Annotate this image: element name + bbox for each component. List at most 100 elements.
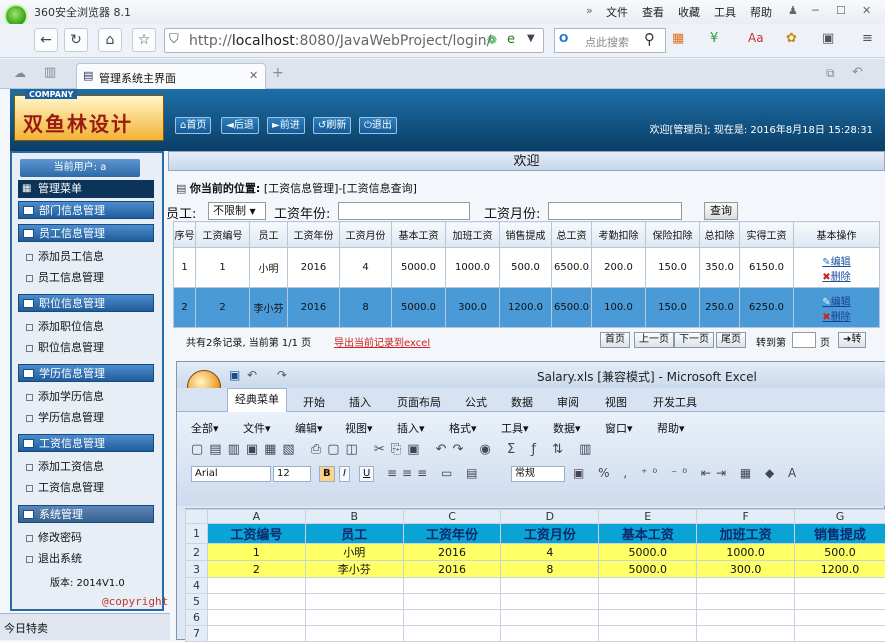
address-bar[interactable]: ⛉ http://localhost:8080/JavaWebProject/l… — [164, 28, 544, 53]
sidebar-item-add-employee[interactable]: 添加员工信息 — [26, 248, 104, 264]
tab-developer[interactable]: 开发工具 — [653, 394, 697, 410]
sidebar-item-position-manage[interactable]: 职位信息管理 — [26, 339, 104, 355]
chevron-down-icon[interactable]: ▼ — [527, 33, 535, 44]
tab-classic-menu[interactable]: 经典菜单 — [227, 388, 287, 412]
row-number[interactable]: 4 — [186, 578, 208, 594]
restore-icon[interactable]: ⧉ — [826, 66, 835, 81]
minimize-icon[interactable]: ─ — [812, 4, 819, 17]
menu-file[interactable]: 文件 — [606, 4, 628, 20]
menu-tools[interactable]: 工具 — [714, 4, 736, 20]
close-icon[interactable]: ✕ — [862, 4, 871, 17]
underline-button[interactable]: U — [359, 466, 374, 482]
sidebar-item-add-education[interactable]: 添加学历信息 — [26, 388, 104, 404]
cloud-icon[interactable]: ☁ — [14, 66, 26, 80]
bold-button[interactable]: B — [319, 466, 335, 482]
tab-view[interactable]: 视图 — [605, 394, 627, 410]
employee-select[interactable]: 不限制 ▼ — [208, 202, 266, 220]
sidebar-item-education-manage[interactable]: 学历信息管理 — [26, 409, 104, 425]
sheet-cell[interactable]: 李小芬 — [305, 561, 403, 578]
year-input[interactable] — [338, 202, 470, 220]
month-input[interactable] — [548, 202, 682, 220]
menu-edit[interactable]: 编辑▾ — [295, 420, 323, 436]
row-number[interactable]: 6 — [186, 610, 208, 626]
table-row-selected[interactable]: 2 2 李小芬 2016 8 5000.0 300.0 1200.0 6500.… — [174, 288, 880, 328]
go-button[interactable]: ➜转 — [838, 332, 866, 348]
sidebar-section-salary[interactable]: 工资信息管理 — [18, 434, 154, 452]
prev-page-button[interactable]: 上一页 — [634, 332, 674, 348]
sidebar-item-add-position[interactable]: 添加职位信息 — [26, 318, 104, 334]
tab-data[interactable]: 数据 — [511, 394, 533, 410]
row-number[interactable]: 1 — [186, 524, 208, 544]
trash-icon[interactable]: ▥ — [44, 65, 56, 80]
undo-close-icon[interactable]: ↶ — [852, 65, 863, 80]
sheet-cell[interactable]: 1000.0 — [697, 544, 795, 561]
sidebar-section-employee[interactable]: 员工信息管理 — [18, 224, 154, 242]
sheet-cell[interactable]: 4 — [501, 544, 599, 561]
sheet-cell[interactable]: 小明 — [305, 544, 403, 561]
sheet-cell[interactable]: 加班工资 — [697, 524, 795, 544]
row-number[interactable]: 5 — [186, 594, 208, 610]
menu-tools[interactable]: 工具▾ — [501, 420, 529, 436]
sheet-cell[interactable]: 工资年份 — [403, 524, 501, 544]
sheet-cell[interactable]: 2 — [207, 561, 305, 578]
column-letter[interactable]: G — [795, 510, 885, 524]
shirt-icon[interactable]: ♟ — [788, 4, 798, 17]
standard-toolbar-icons[interactable]: ▢▤▥▣▦▧ ⎙▢◫ ✂⎘▣ ↶↷ ◉ Σ ƒ ⇅ ▥ — [191, 442, 597, 457]
apps-icon[interactable]: ▦ — [672, 31, 684, 46]
sheet-cell[interactable]: 2016 — [403, 544, 501, 561]
sheet-cell[interactable]: 5000.0 — [599, 561, 697, 578]
sidebar-section-education[interactable]: 学历信息管理 — [18, 364, 154, 382]
maximize-icon[interactable]: ☐ — [836, 4, 846, 17]
search-icon[interactable]: ⚲ — [644, 30, 655, 48]
sheet-cell[interactable]: 工资月份 — [501, 524, 599, 544]
sheet-cell[interactable]: 基本工资 — [599, 524, 697, 544]
tab-review[interactable]: 审阅 — [557, 394, 579, 410]
spreadsheet[interactable]: A B C D E F G 1 工资编号 员工 工资年份 工资月份 基本工资 加… — [185, 508, 885, 641]
menu-help[interactable]: 帮助 — [750, 4, 772, 20]
tab-insert[interactable]: 插入 — [349, 394, 371, 410]
sheet-cell[interactable]: 工资编号 — [207, 524, 305, 544]
delete-link[interactable]: ✖删除 — [794, 268, 879, 283]
sidebar-item-change-password[interactable]: 修改密码 — [26, 529, 82, 545]
sheet-cell[interactable]: 500.0 — [795, 544, 885, 561]
font-name-select[interactable]: Arial — [191, 466, 271, 482]
sidebar-section-position[interactable]: 职位信息管理 — [18, 294, 154, 312]
menu-all[interactable]: 全部▾ — [191, 420, 219, 436]
page-number-input[interactable] — [792, 332, 816, 348]
star-icon[interactable]: ☆ — [132, 28, 156, 52]
gift-icon[interactable]: ✿ — [786, 31, 797, 46]
italic-button[interactable]: I — [339, 466, 350, 482]
number-format-select[interactable]: 常规 — [511, 466, 565, 482]
row-number[interactable]: 3 — [186, 561, 208, 578]
home-button[interactable]: ⌂首页 — [175, 117, 211, 134]
column-letter[interactable]: F — [697, 510, 795, 524]
column-letter[interactable]: A — [207, 510, 305, 524]
forward-button[interactable]: ►前进 — [267, 117, 305, 134]
tab-home[interactable]: 开始 — [303, 394, 325, 410]
sheet-cell[interactable]: 销售提成 — [795, 524, 885, 544]
export-excel-link[interactable]: 导出当前记录到excel — [334, 334, 430, 349]
row-number[interactable]: 7 — [186, 626, 208, 642]
sheet-cell[interactable]: 2016 — [403, 561, 501, 578]
status-text[interactable]: 今日特卖 — [4, 620, 48, 636]
search-engine-icon[interactable]: O — [559, 32, 568, 45]
sheet-cell[interactable]: 1 — [207, 544, 305, 561]
translate-icon[interactable]: Aa — [748, 31, 764, 45]
menu-view[interactable]: 查看 — [642, 4, 664, 20]
align-icons[interactable]: ≡≡≡ ▭ ▤ — [387, 466, 482, 480]
column-letter[interactable]: D — [501, 510, 599, 524]
sheet-cell[interactable]: 300.0 — [697, 561, 795, 578]
query-button[interactable]: 查询 — [704, 202, 738, 220]
undo-icon[interactable]: ↶ — [247, 368, 257, 382]
column-letter[interactable]: E — [599, 510, 697, 524]
menu-view[interactable]: 视图▾ — [345, 420, 373, 436]
more-icon[interactable]: ≡ — [862, 31, 873, 46]
chevron-right-icon[interactable]: » — [586, 4, 593, 17]
last-page-button[interactable]: 尾页 — [716, 332, 746, 348]
font-size-select[interactable]: 12 — [273, 466, 311, 482]
menu-insert[interactable]: 插入▾ — [397, 420, 425, 436]
menu-data[interactable]: 数据▾ — [553, 420, 581, 436]
sidebar-item-salary-manage[interactable]: 工资信息管理 — [26, 479, 104, 495]
sidebar-item-logout[interactable]: 退出系统 — [26, 550, 82, 566]
menu-format[interactable]: 格式▾ — [449, 420, 477, 436]
